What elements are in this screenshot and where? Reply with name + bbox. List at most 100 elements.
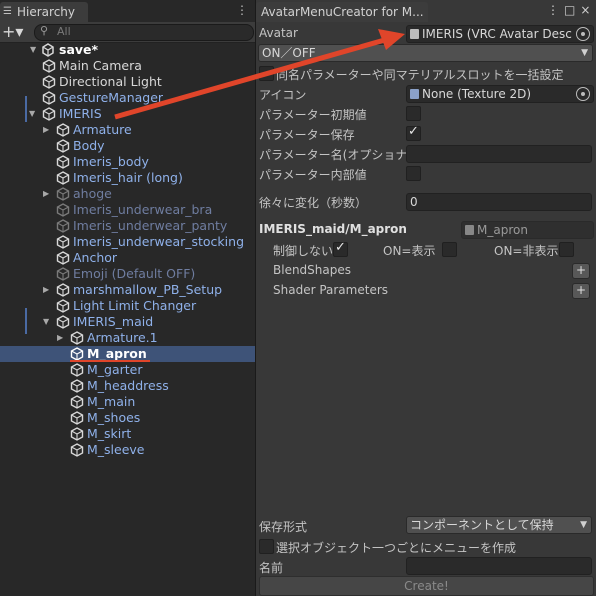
tab-hierarchy-label: Hierarchy (17, 5, 76, 19)
hierarchy-row[interactable]: M_sleeve (0, 442, 255, 458)
hierarchy-row-label: Imeris_underwear_panty (73, 218, 228, 233)
hierarchy-row[interactable]: ▶ ahoge (0, 186, 255, 202)
hierarchy-row[interactable]: M_garter (0, 362, 255, 378)
gameobject-cube-icon (42, 75, 56, 89)
create-button[interactable]: Create! (259, 576, 594, 596)
icon-field[interactable]: None (Texture 2D) (406, 85, 594, 103)
param-name-input[interactable] (406, 145, 592, 163)
prefab-override-bar (25, 308, 27, 334)
search-input[interactable]: ⚲ All (34, 24, 254, 41)
hierarchy-row[interactable]: M_shoes (0, 410, 255, 426)
hierarchy-row[interactable]: Imeris_underwear_stocking (0, 234, 255, 250)
hierarchy-panel: ☰ Hierarchy ⋮ +▾ ⚲ All ▼ save* Main Came… (0, 0, 255, 596)
param-default-label: パラメーター初期値 (259, 108, 367, 122)
gameobject-cube-icon (56, 155, 70, 169)
gameobject-cube-icon (70, 331, 84, 345)
object-picker-icon[interactable] (576, 27, 590, 41)
hierarchy-row[interactable]: Emoji (Default OFF) (0, 266, 255, 282)
hierarchy-toolbar: +▾ ⚲ All (0, 22, 255, 43)
hierarchy-row[interactable]: Imeris_hair (long) (0, 170, 255, 186)
hierarchy-row-label: GestureManager (59, 90, 164, 105)
gameobject-cube-icon (42, 107, 56, 121)
tab-avatar-menu-creator[interactable]: AvatarMenuCreator for M... (256, 2, 428, 22)
hierarchy-row[interactable]: ▼ IMERIS_maid (0, 314, 255, 330)
hierarchy-row[interactable]: Main Camera (0, 58, 255, 74)
param-save-label: パラメーター保存 (259, 128, 355, 142)
gameobject-cube-icon (56, 203, 70, 217)
mode-dropdown[interactable]: ON／OFF ▼ (258, 44, 593, 62)
on-hide-checkbox[interactable] (559, 242, 574, 257)
hierarchy-row-label: ahoge (73, 186, 112, 201)
hierarchy-row[interactable]: ▶ marshmallow_PB_Setup (0, 282, 255, 298)
hierarchy-row[interactable]: M_skirt (0, 426, 255, 442)
expand-arrow-icon[interactable]: ▶ (43, 122, 49, 138)
name-input[interactable] (406, 557, 592, 575)
gameobject-cube-icon (70, 411, 84, 425)
hierarchy-row-label: Imeris_body (73, 154, 149, 169)
on-show-checkbox[interactable] (442, 242, 457, 257)
gameobject-cube-icon (56, 299, 70, 313)
hierarchy-row[interactable]: Body (0, 138, 255, 154)
hierarchy-row[interactable]: Imeris_body (0, 154, 255, 170)
hierarchy-row[interactable]: Anchor (0, 250, 255, 266)
hierarchy-row-label: Imeris_underwear_stocking (73, 234, 245, 249)
gameobject-cube-icon (42, 91, 56, 105)
no-control-checkbox[interactable] (333, 240, 348, 257)
expand-arrow-icon[interactable]: ▼ (43, 314, 49, 330)
expand-arrow-icon[interactable]: ▼ (30, 42, 36, 58)
object-picker-icon[interactable] (576, 87, 590, 101)
tab-hierarchy[interactable]: ☰ Hierarchy (0, 2, 88, 22)
expand-arrow-icon[interactable]: ▶ (57, 330, 63, 346)
avatar-field[interactable]: IMERIS (VRC Avatar Descrip (406, 25, 594, 43)
no-control-label: 制御しない (273, 244, 334, 258)
expand-arrow-icon[interactable]: ▶ (43, 282, 49, 298)
hierarchy-row[interactable]: Directional Light (0, 74, 255, 90)
expand-arrow-icon[interactable]: ▼ (29, 106, 35, 122)
hierarchy-row[interactable]: Light Limit Changer (0, 298, 255, 314)
hierarchy-row[interactable]: GestureManager (0, 90, 255, 106)
hierarchy-row-label: M_headdress (87, 378, 169, 393)
hierarchy-row[interactable]: ▶ Armature.1 (0, 330, 255, 346)
param-name-label: パラメーター名(オプショナル) (259, 148, 425, 162)
object-ref-value: M_apron (477, 223, 528, 237)
gameobject-cube-icon (70, 427, 84, 441)
blendshapes-label: BlendShapes (273, 263, 351, 277)
hierarchy-row-label: M_sleeve (87, 442, 145, 457)
on-show-label: ON=表示 (383, 244, 436, 258)
hierarchy-row[interactable]: ▶ Armature (0, 122, 255, 138)
hierarchy-row[interactable]: ▼ IMERIS (0, 106, 255, 122)
hierarchy-menu-icon[interactable]: ⋮ (236, 3, 248, 17)
gameobject-cube-icon (70, 379, 84, 393)
scene-row[interactable]: ▼ save* (0, 42, 255, 58)
hierarchy-row[interactable]: Imeris_underwear_bra (0, 202, 255, 218)
hierarchy-row-label: Body (73, 138, 105, 153)
hierarchy-row-label: Imeris_hair (long) (73, 170, 183, 185)
add-object-button[interactable]: +▾ (2, 23, 26, 40)
hierarchy-row[interactable]: Imeris_underwear_panty (0, 218, 255, 234)
expand-arrow-icon[interactable]: ▶ (43, 186, 49, 202)
batch-checkbox[interactable] (259, 66, 274, 81)
gameobject-cube-icon (56, 139, 70, 153)
icon-field-value: None (Texture 2D) (422, 87, 532, 101)
gameobject-cube-icon (70, 443, 84, 457)
add-shader-param-button[interactable]: + (572, 283, 590, 299)
gameobject-cube-icon (70, 347, 84, 361)
hierarchy-row[interactable]: M_main (0, 394, 255, 410)
param-default-checkbox[interactable] (406, 106, 421, 121)
hierarchy-row[interactable]: M_headdress (0, 378, 255, 394)
add-blendshape-button[interactable]: + (572, 263, 590, 279)
gameobject-cube-icon (56, 171, 70, 185)
per-object-checkbox[interactable] (259, 539, 274, 554)
unity-scene-icon (42, 43, 54, 57)
icon-label: アイコン (259, 88, 307, 102)
param-save-checkbox[interactable] (406, 124, 421, 141)
on-hide-label: ON=非表示 (494, 244, 559, 258)
hierarchy-row-label: Imeris_underwear_bra (73, 202, 213, 217)
search-icon: ⚲ (40, 24, 49, 37)
window-controls-icon[interactable]: ⋮□× (547, 3, 595, 17)
save-format-dropdown[interactable]: コンポーネントとして保持 ▼ (406, 516, 592, 534)
param-internal-checkbox[interactable] (406, 166, 421, 181)
scene-name: save* (59, 42, 99, 57)
hierarchy-row-label: M_garter (87, 362, 143, 377)
gradual-input[interactable]: 0 (406, 193, 592, 211)
